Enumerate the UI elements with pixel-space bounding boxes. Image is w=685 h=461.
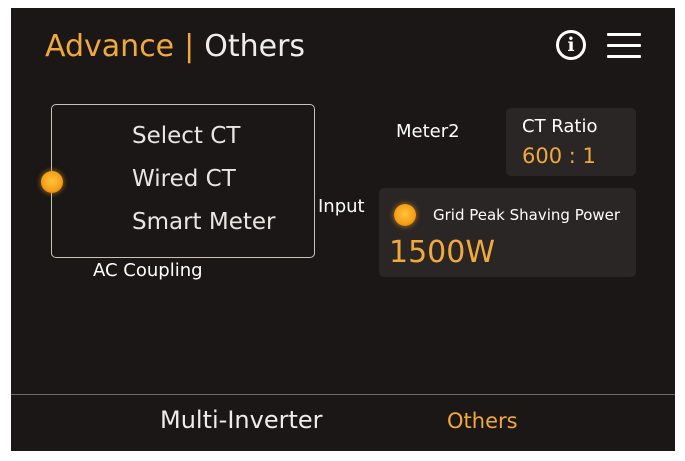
peak-shaving-value[interactable]: 1500W (389, 235, 495, 270)
meter-label: Meter2 (396, 121, 460, 142)
title-others: Others (204, 28, 306, 64)
ac-coupling-label: AC Coupling (93, 260, 203, 281)
ct-option-smart-meter[interactable]: Smart Meter (132, 209, 276, 235)
ct-option-select-ct[interactable]: Select CT (132, 123, 240, 149)
title-separator: | (184, 28, 195, 64)
hamburger-menu-icon (607, 44, 641, 47)
input-label: Input (318, 196, 365, 217)
ct-ratio-value[interactable]: 600 : 1 (522, 144, 596, 168)
hamburger-menu-icon (607, 33, 641, 36)
tab-others[interactable]: Others (447, 409, 518, 433)
ct-type-panel: Select CT Wired CT Smart Meter (51, 104, 315, 258)
tab-multi-inverter[interactable]: Multi-Inverter (160, 406, 323, 434)
screen: Advance | Others i Select CT Wired CT Sm… (11, 8, 675, 451)
peak-shaving-label: Grid Peak Shaving Power (433, 206, 621, 224)
menu-button[interactable] (607, 33, 641, 59)
info-icon: i (567, 33, 575, 56)
peak-shaving-toggle-icon[interactable] (394, 204, 416, 226)
info-button[interactable]: i (556, 30, 586, 60)
peak-shaving-card: Grid Peak Shaving Power 1500W (379, 188, 636, 277)
bottom-divider (11, 394, 675, 395)
ct-selected-indicator-icon[interactable] (41, 171, 63, 193)
hamburger-menu-icon (607, 55, 641, 58)
ct-ratio-label: CT Ratio (522, 116, 598, 137)
ct-ratio-field[interactable]: CT Ratio 600 : 1 (506, 108, 636, 176)
ct-option-wired-ct[interactable]: Wired CT (132, 166, 236, 192)
title-advance: Advance (45, 28, 175, 64)
page-title: Advance | Others (45, 26, 305, 66)
